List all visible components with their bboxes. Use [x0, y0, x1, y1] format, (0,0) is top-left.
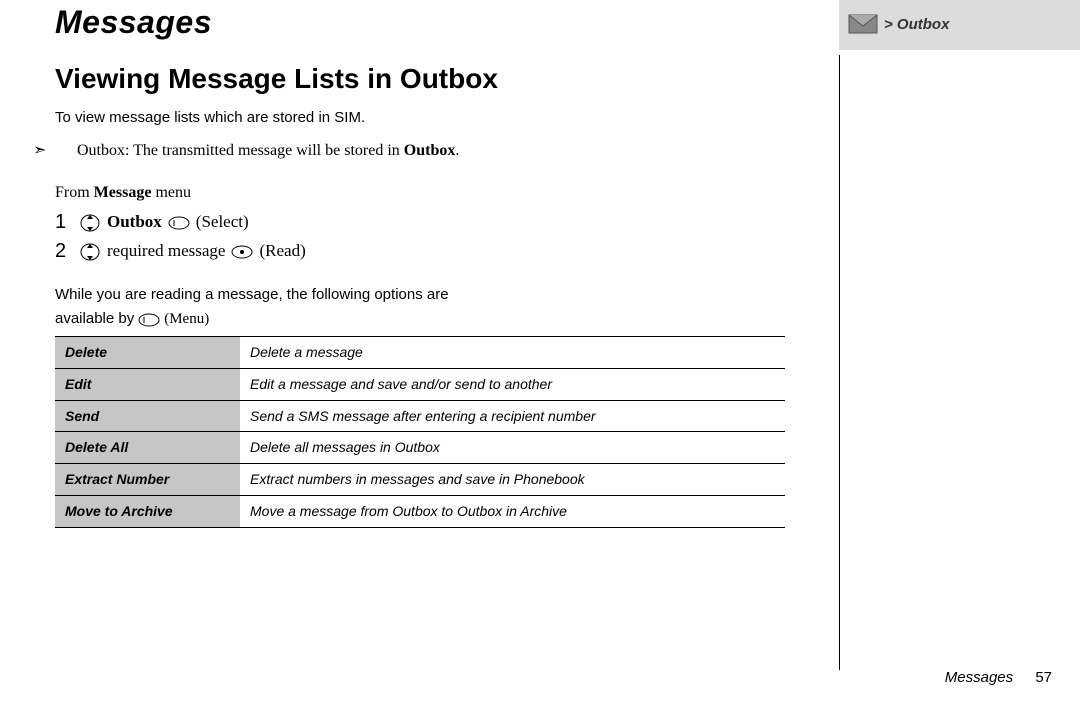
option-name: Move to Archive [55, 496, 240, 528]
step-2-target: required message [107, 240, 225, 263]
options-intro-line2: available by (Menu) [55, 309, 795, 329]
option-desc: Extract numbers in messages and save in … [240, 464, 785, 496]
step-number: 2 [55, 238, 73, 265]
table-row: Delete AllDelete all messages in Outbox [55, 432, 785, 464]
outbox-note: ➣Outbox: The transmitted message will be… [77, 140, 795, 162]
softkey-left-icon [168, 214, 190, 232]
option-name: Delete All [55, 432, 240, 464]
page-footer: Messages 57 [945, 669, 1052, 686]
table-row: DeleteDelete a message [55, 336, 785, 368]
breadcrumb: > Outbox [848, 12, 949, 36]
option-name: Extract Number [55, 464, 240, 496]
step-1-action: (Select) [196, 211, 249, 234]
option-desc: Move a message from Outbox to Outbox in … [240, 496, 785, 528]
vertical-divider [839, 55, 840, 670]
steps-list: 1 Outbox (Select) 2 required message (Re… [55, 209, 795, 265]
page-content: Viewing Message Lists in Outbox To view … [55, 60, 795, 528]
section-title: Messages [55, 4, 212, 41]
envelope-icon [848, 12, 878, 36]
options-table: DeleteDelete a messageEditEdit a message… [55, 336, 785, 528]
page-number: 57 [1035, 669, 1052, 686]
option-name: Delete [55, 336, 240, 368]
step-2-action: (Read) [259, 240, 305, 263]
footer-label: Messages [945, 669, 1013, 686]
table-row: SendSend a SMS message after entering a … [55, 400, 785, 432]
table-row: Move to ArchiveMove a message from Outbo… [55, 496, 785, 528]
option-name: Edit [55, 368, 240, 400]
breadcrumb-text: > Outbox [884, 16, 949, 33]
option-desc: Edit a message and save and/or send to a… [240, 368, 785, 400]
option-desc: Delete a message [240, 336, 785, 368]
lead-text: To view message lists which are stored i… [55, 108, 795, 128]
nav-key-icon [79, 214, 101, 232]
step-number: 1 [55, 209, 73, 236]
table-row: EditEdit a message and save and/or send … [55, 368, 785, 400]
header-band: Messages > Outbox [0, 0, 1080, 50]
options-intro-line1: While you are reading a message, the fol… [55, 285, 795, 305]
step-1: 1 Outbox (Select) [55, 209, 795, 236]
softkey-left-icon [138, 311, 160, 329]
page-title: Viewing Message Lists in Outbox [55, 60, 795, 98]
option-name: Send [55, 400, 240, 432]
center-key-icon [231, 243, 253, 261]
bullet-arrow-icon: ➣ [55, 140, 77, 162]
step-1-target: Outbox [107, 211, 162, 234]
option-desc: Send a SMS message after entering a reci… [240, 400, 785, 432]
option-desc: Delete all messages in Outbox [240, 432, 785, 464]
table-row: Extract NumberExtract numbers in message… [55, 464, 785, 496]
from-menu-line: From Message menu [55, 182, 795, 204]
step-2: 2 required message (Read) [55, 238, 795, 265]
nav-key-icon [79, 243, 101, 261]
